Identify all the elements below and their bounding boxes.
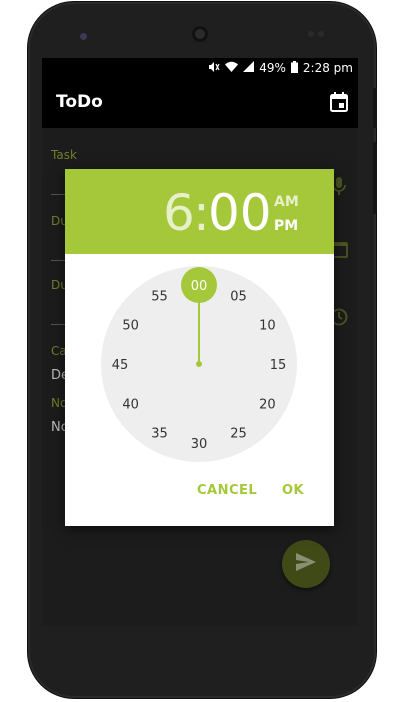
dial-number-45[interactable]: 45 [112, 358, 129, 373]
volume-button [373, 88, 377, 128]
earpiece-speaker [192, 26, 208, 42]
light-sensor [318, 31, 324, 37]
dial-number-15[interactable]: 15 [270, 358, 287, 373]
dial-number-10[interactable]: 10 [259, 319, 276, 334]
minute-dial[interactable]: 00 05 10 15 20 25 30 35 40 45 50 55 [101, 266, 297, 462]
pm-toggle[interactable]: PM [274, 218, 298, 234]
signal-icon [243, 61, 255, 75]
dial-number-20[interactable]: 20 [259, 398, 276, 413]
mic-icon[interactable] [332, 176, 346, 200]
hour-display[interactable]: 6 [163, 183, 195, 243]
dial-number-05[interactable]: 05 [230, 290, 247, 305]
dial-number-25[interactable]: 25 [230, 426, 247, 441]
dial-number-35[interactable]: 35 [151, 426, 168, 441]
send-button[interactable] [282, 540, 330, 588]
status-bar: 49% 2:28 pm [42, 58, 358, 78]
am-toggle[interactable]: AM [274, 194, 299, 210]
dial-number-00[interactable]: 00 [191, 279, 208, 294]
dial-number-40[interactable]: 40 [122, 398, 139, 413]
dial-number-50[interactable]: 50 [122, 319, 139, 334]
dialog-actions: CANCEL OK [65, 475, 334, 511]
wifi-icon [225, 61, 239, 75]
calendar-icon[interactable] [330, 92, 348, 116]
battery-percent: 49% [259, 61, 286, 75]
ok-button[interactable]: OK [282, 483, 304, 498]
task-label: Task [51, 148, 77, 162]
send-icon [296, 553, 316, 575]
battery-icon [290, 60, 298, 76]
mute-icon [208, 61, 220, 76]
proximity-sensor [80, 33, 87, 40]
dial-number-30[interactable]: 30 [191, 437, 208, 452]
app-title: ToDo [56, 92, 103, 112]
dial-center [196, 361, 202, 367]
time-picker-dialog: 6 : 00 AM PM 00 05 10 15 20 25 30 35 40 45 50 55 CA… [65, 169, 334, 526]
cancel-button[interactable]: CANCEL [197, 483, 257, 498]
power-button [373, 142, 377, 214]
app-bar: ToDo [42, 78, 358, 128]
dial-number-55[interactable]: 55 [151, 290, 168, 305]
date-picker-icon[interactable] [332, 240, 348, 262]
minute-display[interactable]: 00 [208, 183, 272, 243]
time-picker-header: 6 : 00 AM PM [65, 169, 334, 254]
status-time: 2:28 pm [302, 61, 353, 75]
front-camera [308, 31, 314, 37]
